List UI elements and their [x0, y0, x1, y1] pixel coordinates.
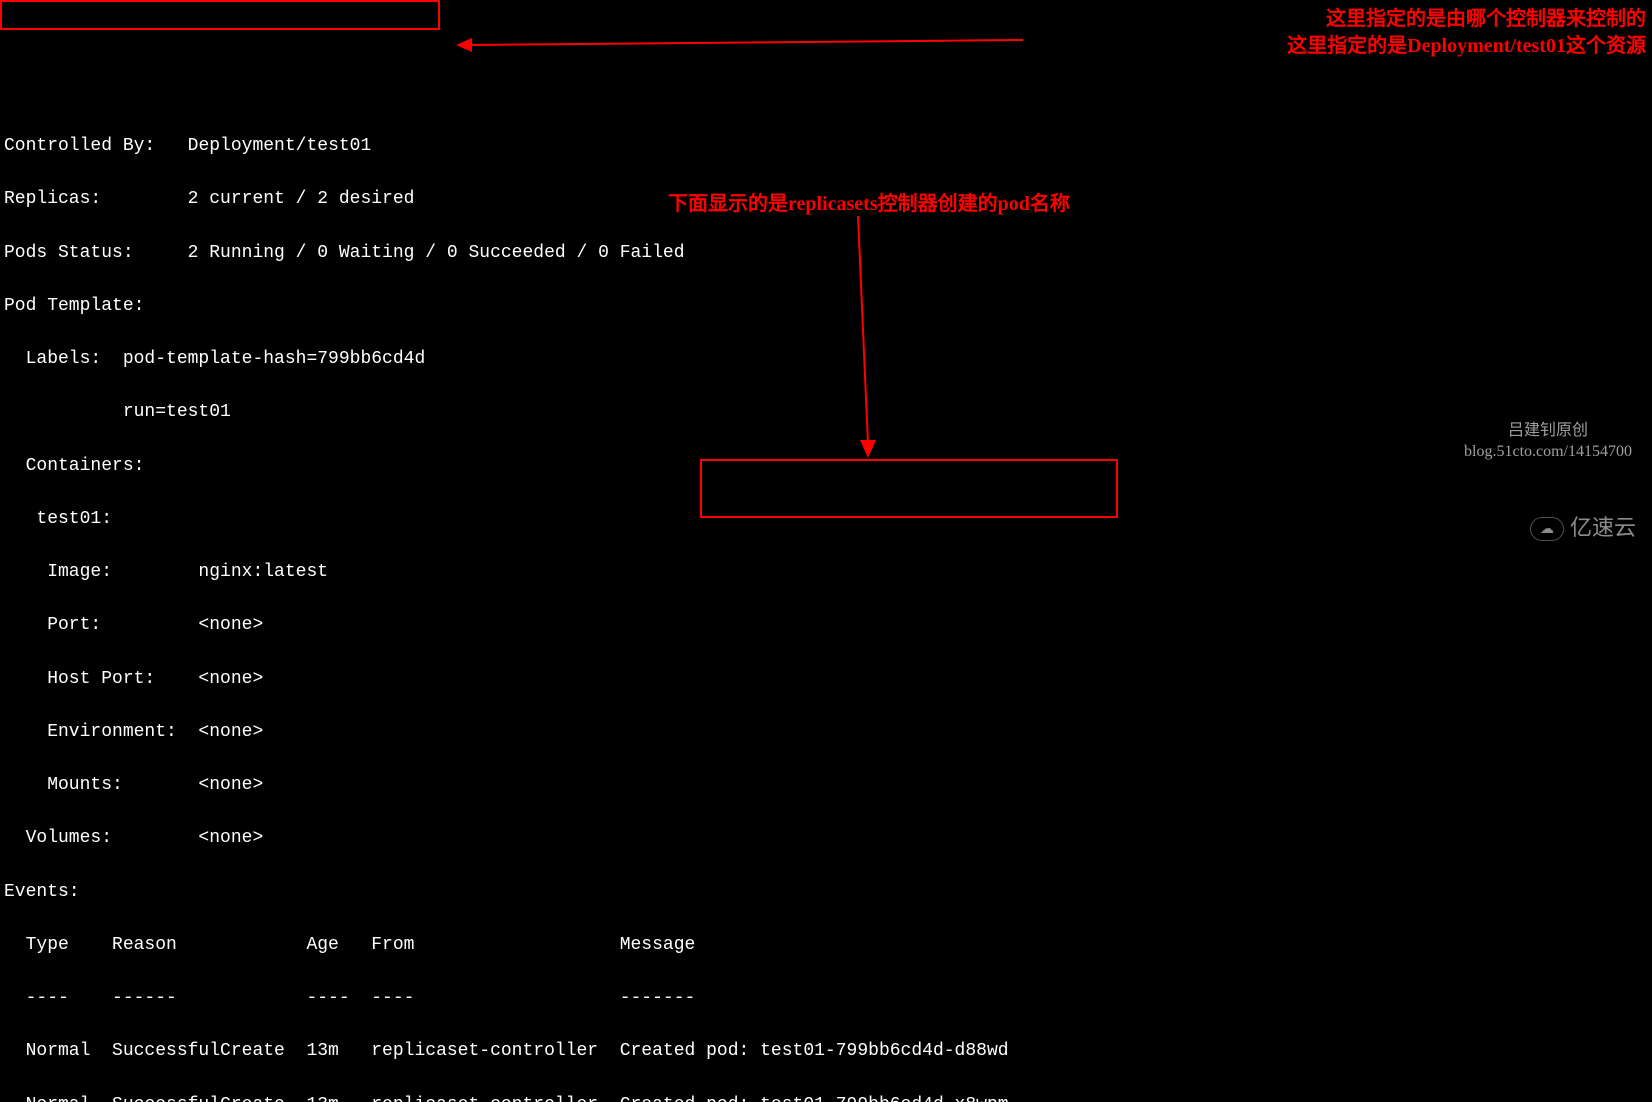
line-mounts: Mounts: <none> [4, 772, 1648, 799]
watermark-site-logo: ☁ 亿速云 [1530, 512, 1636, 545]
line-port: Port: <none> [4, 612, 1648, 639]
line-labels-1: Labels: pod-template-hash=799bb6cd4d [4, 346, 1648, 373]
watermark-url: blog.51cto.com/14154700 [1464, 442, 1632, 463]
line-containers: Containers: [4, 453, 1648, 480]
annotation-middle: 下面显示的是replicasets控制器创建的pod名称 [668, 190, 1070, 220]
line-events: Events: [4, 879, 1648, 906]
line-container-name: test01: [4, 506, 1648, 533]
line-pod-template: Pod Template: [4, 293, 1648, 320]
annotation-top-line2: 这里指定的是Deployment/test01这个资源 [1287, 33, 1646, 60]
line-labels-2: run=test01 [4, 399, 1648, 426]
terminal-output: Controlled By: Deployment/test01 Replica… [0, 107, 1652, 1102]
line-pods-status: Pods Status: 2 Running / 0 Waiting / 0 S… [4, 240, 1648, 267]
arrow-left-icon [456, 36, 1023, 54]
annotation-top-line1: 这里指定的是由哪个控制器来控制的 [1287, 6, 1646, 33]
events-divider: ---- ------ ---- ---- ------- [4, 985, 1648, 1012]
controlled-by-label: Controlled By: [4, 136, 188, 156]
watermark-author: 吕建钊原创 [1464, 421, 1632, 442]
events-row-1: Normal SuccessfulCreate 13m replicaset-c… [4, 1038, 1648, 1065]
line-image: Image: nginx:latest [4, 559, 1648, 586]
line-volumes: Volumes: <none> [4, 825, 1648, 852]
highlight-box-controlled-by [0, 0, 440, 30]
watermark-blog: 吕建钊原创 blog.51cto.com/14154700 [1464, 421, 1632, 463]
line-controlled-by: Controlled By: Deployment/test01 [4, 133, 1648, 160]
line-environment: Environment: <none> [4, 719, 1648, 746]
line-host-port: Host Port: <none> [4, 666, 1648, 693]
annotation-top: 这里指定的是由哪个控制器来控制的 这里指定的是Deployment/test01… [1287, 6, 1646, 60]
controlled-by-value: Deployment/test01 [188, 136, 372, 156]
cloud-icon: ☁ [1530, 517, 1564, 541]
watermark-site-name: 亿速云 [1570, 512, 1636, 545]
events-header: Type Reason Age From Message [4, 932, 1648, 959]
events-row-2: Normal SuccessfulCreate 13m replicaset-c… [4, 1092, 1648, 1102]
